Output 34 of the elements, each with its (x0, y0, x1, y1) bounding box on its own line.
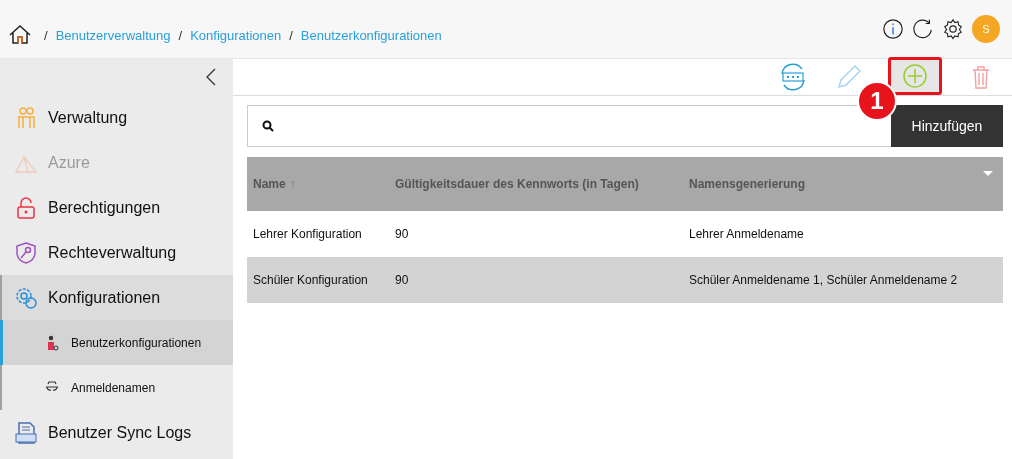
table-row[interactable]: Schüler Konfiguration 90 Schüler Anmeldename 1, Schüler Anmeldename 2 (247, 257, 1003, 303)
table-cell-text: 90 (395, 273, 410, 287)
settings-icon[interactable] (942, 18, 964, 40)
sidebar-subitem[interactable]: Benutzerkonfigurationen (0, 320, 233, 365)
sidebar-item[interactable]: Rechteverwaltung (0, 230, 233, 275)
breadcrumb-separator: / (178, 27, 183, 43)
sidebar-item[interactable]: Berechtigungen (0, 185, 233, 230)
info-icon[interactable] (882, 18, 904, 40)
sidebar-item[interactable]: Verwaltung (0, 95, 233, 140)
table-cell-text: 90 (395, 227, 410, 241)
breadcrumb-separator: / (289, 27, 293, 43)
table-cell-text: Lehrer Konfiguration (253, 227, 363, 241)
sidebar-item[interactable]: Benutzer Sync Logs (0, 410, 233, 455)
table-cell-text: Schüler Konfiguration (253, 273, 369, 287)
refresh-icon[interactable] (912, 18, 934, 40)
password-reset-icon (778, 62, 808, 92)
home-icon[interactable] (8, 23, 32, 47)
add-icon (900, 61, 930, 91)
user-icon (45, 334, 59, 351)
search-icon (262, 120, 274, 132)
breadcrumb-separator: / (44, 27, 48, 43)
gears-icon (14, 285, 38, 310)
tooltip: Hinzufügen (891, 105, 1003, 147)
collapse-icon[interactable] (205, 67, 217, 87)
shield-icon (14, 240, 38, 265)
sidebar-item[interactable]: Konfigurationen (2, 275, 233, 320)
sidebar-subitem[interactable]: Anmeldenamen (0, 365, 233, 410)
annotation-badge: 1 (859, 83, 895, 119)
table-cell-text: Schüler Anmeldename 1, Schüler Anmeldename 2 (689, 273, 959, 287)
add-button[interactable] (888, 57, 942, 95)
menu-caret-icon[interactable] (983, 171, 993, 177)
lock-icon (14, 195, 38, 220)
log-file-icon (14, 420, 38, 445)
table-cell-text: Lehrer Anmeldename (689, 227, 805, 241)
